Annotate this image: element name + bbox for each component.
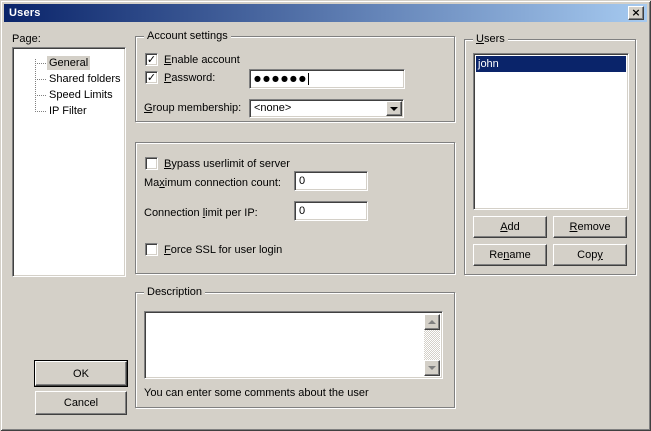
scroll-up-button[interactable] bbox=[424, 314, 440, 330]
remove-user-button[interactable]: Remove bbox=[553, 216, 627, 238]
group-membership-select[interactable]: <none> bbox=[249, 99, 404, 118]
page-tree[interactable]: General Shared folders Speed Limits IP F… bbox=[12, 47, 126, 277]
checkmark-icon: ✓ bbox=[147, 54, 156, 65]
tree-item-label: IP Filter bbox=[47, 104, 89, 118]
description-group: Description You can enter some comments … bbox=[135, 292, 455, 408]
connection-limit-per-ip-input[interactable]: 0 bbox=[294, 201, 368, 221]
bypass-userlimit-label: Bypass userlimit of server bbox=[164, 158, 290, 171]
text-caret bbox=[308, 73, 309, 85]
user-list-item-john[interactable]: john bbox=[476, 56, 626, 72]
description-hint: You can enter some comments about the us… bbox=[144, 387, 369, 400]
users-group: Users john Add Remove Rename Copy bbox=[464, 39, 636, 275]
close-button[interactable]: × bbox=[628, 6, 644, 20]
connection-limit-per-ip-label: Connection limit per IP: bbox=[144, 207, 258, 220]
max-connection-count-label: Maximum connection count: bbox=[144, 177, 281, 190]
description-textarea[interactable] bbox=[144, 311, 443, 379]
users-dialog: Users × Page: General Shared folders Spe… bbox=[0, 0, 651, 431]
titlebar[interactable]: Users × bbox=[4, 4, 647, 22]
add-user-button[interactable]: Add bbox=[473, 216, 547, 238]
group-membership-value: <none> bbox=[254, 102, 291, 114]
vertical-scrollbar[interactable] bbox=[424, 314, 440, 376]
users-listbox[interactable]: john bbox=[473, 53, 629, 210]
tree-item-label: Shared folders bbox=[47, 72, 123, 86]
users-listbox-viewport: john bbox=[476, 56, 626, 207]
tree-branch-icon bbox=[35, 95, 46, 96]
connection-limit-per-ip-value: 0 bbox=[299, 205, 305, 217]
force-ssl-label: Force SSL for user login bbox=[164, 244, 282, 257]
arrow-up-icon bbox=[428, 320, 436, 324]
enable-account-checkbox[interactable]: ✓ bbox=[145, 53, 158, 66]
connection-limits-group: ✓ Bypass userlimit of server Maximum con… bbox=[135, 142, 455, 274]
enable-account-label: Enable account bbox=[164, 54, 240, 67]
copy-user-button[interactable]: Copy bbox=[553, 244, 627, 266]
page-tree-viewport: General Shared folders Speed Limits IP F… bbox=[15, 50, 123, 274]
chevron-down-icon bbox=[390, 107, 398, 111]
rename-user-button[interactable]: Rename bbox=[473, 244, 547, 266]
force-ssl-checkbox[interactable]: ✓ bbox=[145, 243, 158, 256]
cancel-button[interactable]: Cancel bbox=[35, 391, 127, 415]
tree-connector-line bbox=[35, 59, 36, 112]
tree-branch-icon bbox=[35, 79, 46, 80]
group-membership-label: Group membership: bbox=[144, 102, 241, 115]
password-checkbox[interactable]: ✓ bbox=[145, 71, 158, 84]
tree-branch-icon bbox=[35, 111, 46, 112]
password-input[interactable]: ●●●●●● bbox=[249, 69, 405, 89]
password-masked-value: ●●●●●● bbox=[254, 75, 308, 83]
users-group-title: Users bbox=[473, 33, 508, 46]
ok-button[interactable]: OK bbox=[35, 361, 127, 386]
checkmark-icon: ✓ bbox=[147, 72, 156, 83]
bypass-userlimit-checkbox[interactable]: ✓ bbox=[145, 157, 158, 170]
tree-item-label: General bbox=[47, 56, 90, 70]
arrow-down-icon bbox=[428, 366, 436, 370]
max-connection-count-value: 0 bbox=[299, 175, 305, 187]
page-label: Page: bbox=[12, 33, 41, 46]
tree-branch-icon bbox=[35, 63, 46, 64]
account-settings-title: Account settings bbox=[144, 30, 231, 43]
password-label: Password: bbox=[164, 72, 215, 85]
window-title: Users bbox=[9, 7, 41, 19]
description-title: Description bbox=[144, 286, 205, 299]
account-settings-group: Account settings ✓ Enable account ✓ Pass… bbox=[135, 36, 455, 122]
tree-item-label: Speed Limits bbox=[47, 88, 115, 102]
close-icon: × bbox=[631, 8, 640, 18]
combo-dropdown-button[interactable] bbox=[386, 101, 402, 116]
description-text bbox=[147, 314, 440, 376]
max-connection-count-input[interactable]: 0 bbox=[294, 171, 368, 191]
scroll-down-button[interactable] bbox=[424, 360, 440, 376]
